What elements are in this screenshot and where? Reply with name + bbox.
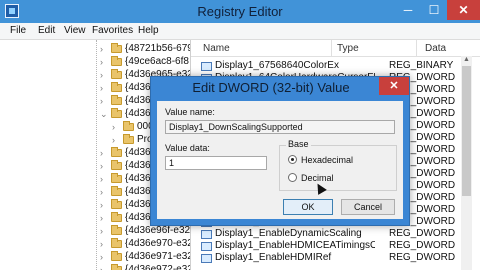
menu-bar: File Edit View Favorites Help — [0, 23, 480, 40]
column-type-header[interactable]: Type — [337, 43, 359, 54]
folder-icon — [111, 173, 122, 183]
folder-icon — [111, 264, 122, 270]
expand-arrow-icon[interactable]: › — [100, 211, 110, 225]
expand-arrow-icon[interactable]: › — [100, 42, 110, 56]
menu-favorites[interactable]: Favorites — [92, 25, 133, 36]
hexadecimal-radio[interactable] — [288, 155, 297, 164]
tree-item-label: {49ce6ac8-6f8 — [125, 56, 189, 67]
tree-item[interactable]: › {4d36e972-e32 — [0, 263, 190, 270]
expand-arrow-icon[interactable]: › — [100, 172, 110, 186]
column-divider[interactable] — [416, 40, 417, 56]
cancel-button[interactable]: Cancel — [341, 199, 395, 215]
value-name-label: Value name: — [165, 107, 215, 117]
hexadecimal-label: Hexadecimal — [301, 155, 354, 165]
folder-icon — [111, 43, 122, 53]
tree-item-label: {4d36e96f-e32 — [125, 225, 191, 236]
base-group: Base Hexadecimal Decimal — [279, 139, 397, 191]
column-divider[interactable] — [331, 40, 332, 56]
tree-item[interactable]: › {48721b56-6795 — [0, 42, 190, 56]
expand-arrow-icon[interactable]: › — [100, 185, 110, 199]
folder-icon — [111, 199, 122, 209]
folder-icon — [111, 225, 122, 235]
menu-help[interactable]: Help — [138, 25, 159, 36]
expand-arrow-icon[interactable]: › — [100, 68, 110, 82]
list-header: Name Type Data — [191, 40, 480, 57]
expand-arrow-icon[interactable]: › — [100, 81, 110, 95]
list-row[interactable]: Display1_EnableHDMIRef REG_DWORD — [191, 252, 466, 265]
folder-icon — [111, 82, 122, 92]
value-name: Display1_EnableDynamicScaling — [215, 228, 362, 239]
tree-item[interactable]: › {4d36e970-e32 — [0, 237, 190, 251]
folder-icon — [111, 95, 122, 105]
folder-icon — [111, 56, 122, 66]
folder-icon — [111, 108, 122, 118]
hexadecimal-option[interactable]: Hexadecimal — [288, 154, 392, 166]
tree-item[interactable]: › {49ce6ac8-6f8 — [0, 55, 190, 69]
dword-value-icon — [201, 230, 212, 239]
folder-icon — [111, 147, 122, 157]
scrollbar-thumb[interactable] — [462, 66, 471, 196]
tree-item[interactable]: › {4d36e971-e32 — [0, 250, 190, 264]
menu-view[interactable]: View — [64, 25, 86, 36]
decimal-option[interactable]: Decimal — [288, 172, 392, 184]
expand-arrow-icon[interactable]: › — [100, 237, 110, 251]
value-type: REG_DWORD — [389, 240, 456, 251]
value-type: REG_DWORD — [389, 228, 456, 239]
base-group-label: Base — [286, 139, 311, 149]
menu-file[interactable]: File — [10, 25, 26, 36]
scroll-up-arrow-icon[interactable]: ▲ — [461, 56, 472, 66]
column-data-header[interactable]: Data — [425, 43, 446, 54]
expand-arrow-icon[interactable]: › — [100, 146, 110, 160]
tree-item-label: {48721b56-6795 — [125, 43, 190, 54]
title-bar: Registry Editor ─ ☐ ✕ — [0, 0, 480, 23]
tree-item[interactable]: › {4d36e96f-e32 — [0, 224, 190, 238]
expand-arrow-icon[interactable]: › — [112, 120, 122, 134]
folder-icon — [111, 69, 122, 79]
dword-value-icon — [201, 254, 212, 263]
folder-icon — [111, 212, 122, 222]
menu-edit[interactable]: Edit — [38, 25, 55, 36]
value-data-label: Value data: — [165, 143, 210, 153]
column-name-header[interactable]: Name — [203, 43, 230, 54]
folder-icon — [123, 121, 134, 131]
decimal-radio[interactable] — [288, 173, 297, 182]
value-name-field[interactable]: Display1_DownScalingSupported — [165, 120, 395, 134]
value-data-input[interactable]: 1 — [165, 156, 267, 170]
expand-arrow-icon[interactable]: › — [100, 224, 110, 238]
tree-item-label: {4d36e970-e32 — [125, 238, 191, 249]
dialog-close-button[interactable]: ✕ — [379, 77, 409, 95]
value-type: REG_BINARY — [389, 60, 454, 71]
maximize-button[interactable]: ☐ — [421, 0, 447, 20]
close-button[interactable]: ✕ — [447, 0, 480, 20]
value-name: Display1_67568640ColorEx — [215, 60, 339, 71]
value-type: REG_DWORD — [389, 252, 456, 263]
expand-arrow-icon[interactable]: › — [100, 55, 110, 69]
tree-item-label: {4d36e971-e32 — [125, 251, 191, 262]
folder-icon — [111, 251, 122, 261]
expand-arrow-icon[interactable]: › — [100, 263, 110, 270]
folder-icon — [123, 134, 134, 144]
dword-value-icon — [201, 62, 212, 71]
tree-item-label: {4d36e972-e32 — [125, 264, 191, 270]
expand-arrow-icon[interactable]: › — [100, 159, 110, 173]
expand-arrow-icon[interactable]: › — [112, 133, 122, 147]
dialog-title: Edit DWORD (32-bit) Value — [192, 80, 350, 95]
vertical-scrollbar[interactable]: ▲ — [461, 56, 472, 270]
expand-arrow-icon[interactable]: ⌄ — [100, 107, 110, 121]
folder-icon — [111, 160, 122, 170]
expand-arrow-icon[interactable]: › — [100, 94, 110, 108]
expand-arrow-icon[interactable]: › — [100, 250, 110, 264]
expand-arrow-icon[interactable]: › — [100, 198, 110, 212]
minimize-button[interactable]: ─ — [395, 0, 421, 20]
value-name: Display1_EnableHDMICEATimingsOnly — [215, 240, 375, 251]
dword-value-icon — [201, 242, 212, 251]
edit-dword-dialog: Edit DWORD (32-bit) Value ✕ Value name: … — [150, 76, 410, 226]
ok-button[interactable]: OK — [283, 199, 333, 215]
folder-icon — [111, 186, 122, 196]
decimal-label: Decimal — [301, 173, 334, 183]
folder-icon — [111, 238, 122, 248]
value-name: Display1_EnableHDMIRef — [215, 252, 332, 263]
dialog-body: Value name: Display1_DownScalingSupporte… — [157, 101, 403, 219]
